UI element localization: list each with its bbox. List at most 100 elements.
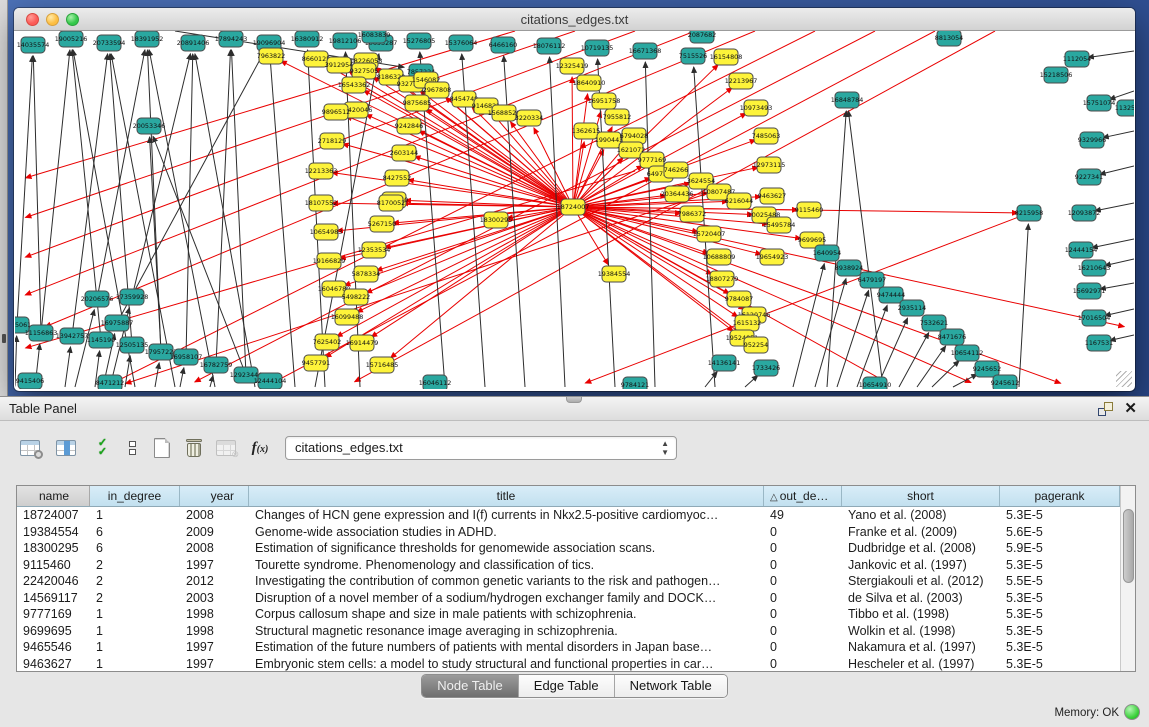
graph-node[interactable]: 15495784	[763, 217, 796, 233]
splitter-handle[interactable]	[566, 397, 582, 403]
graph-node[interactable]: 8471676	[938, 329, 966, 345]
table-cell[interactable]: Nakamura et al. (1997)	[842, 639, 1000, 656]
graph-node[interactable]: 5878334	[352, 266, 380, 282]
graph-node[interactable]: 15751074	[1083, 95, 1116, 111]
graph-edge[interactable]	[343, 144, 573, 207]
graph-node[interactable]: 16083839	[358, 31, 391, 43]
table-cell[interactable]: 2	[90, 557, 180, 574]
table-cell[interactable]: 5.3E-5	[1000, 590, 1120, 607]
graph-node[interactable]: 2087682	[688, 31, 716, 43]
graph-edge[interactable]	[1100, 166, 1134, 174]
graph-node[interactable]: 17016504	[1078, 310, 1111, 326]
graph-node[interactable]: 19654923	[756, 249, 789, 265]
graph-node[interactable]: 14136141	[708, 355, 741, 371]
table-cell[interactable]: 2	[90, 573, 180, 590]
table-cell[interactable]: Estimation of significance thresholds fo…	[249, 540, 764, 557]
graph-node[interactable]: 9415406	[16, 373, 44, 389]
graph-edge[interactable]	[111, 54, 175, 387]
graph-node[interactable]: 16671368	[629, 43, 662, 59]
graph-node[interactable]: 10688809	[703, 249, 736, 265]
table-cell[interactable]: 5.6E-5	[1000, 524, 1120, 541]
graph-node[interactable]: 9784087	[725, 291, 753, 307]
graph-node[interactable]: 7986372	[678, 206, 706, 222]
graph-hub-node[interactable]: 18724007	[557, 199, 590, 215]
table-cell[interactable]: 1997	[180, 656, 249, 673]
graph-node[interactable]: 9463627	[758, 188, 786, 204]
graph-node[interactable]: 16914479	[346, 335, 379, 351]
column-header-year[interactable]: year	[180, 486, 249, 506]
table-cell[interactable]: 5.3E-5	[1000, 557, 1120, 574]
graph-node[interactable]: 1640954	[813, 245, 841, 261]
table-cell[interactable]: 2003	[180, 590, 249, 607]
graph-node[interactable]: 12353534	[358, 242, 391, 258]
table-cell[interactable]: 0	[764, 524, 842, 541]
graph-node[interactable]: 9784121	[621, 377, 649, 389]
table-cell[interactable]: 1998	[180, 606, 249, 623]
graph-node[interactable]: 9115460	[795, 202, 823, 218]
graph-edge[interactable]	[180, 368, 184, 387]
table-cell[interactable]: Tourette syndrome. Phenomenology and cla…	[249, 557, 764, 574]
graph-node[interactable]: 7515526	[679, 48, 707, 64]
resize-grip[interactable]	[1116, 371, 1132, 387]
table-cell[interactable]: 1	[90, 507, 180, 524]
table-row[interactable]: 969969511998Structural magnetic resonanc…	[17, 623, 1120, 640]
graph-edge[interactable]	[366, 207, 573, 293]
graph-edge[interactable]	[793, 264, 824, 387]
graph-node[interactable]: 15720407	[693, 226, 726, 242]
table-cell[interactable]: 0	[764, 540, 842, 557]
table-cell[interactable]: 0	[764, 623, 842, 640]
graph-node[interactable]: 10654983	[310, 224, 343, 240]
column-header-short[interactable]: short	[842, 486, 1000, 506]
table-cell[interactable]: Stergiakouli et al. (2012)	[842, 573, 1000, 590]
table-row[interactable]: 946554611997Estimation of the future num…	[17, 639, 1120, 656]
graph-edge[interactable]	[899, 333, 929, 387]
graph-node[interactable]: 9242846	[395, 118, 423, 134]
graph-edge[interactable]	[346, 116, 573, 207]
graph-edge[interactable]	[17, 56, 32, 325]
graph-node[interactable]: 2718129	[318, 133, 346, 149]
table-cell[interactable]: Corpus callosum shape and size in male p…	[249, 606, 764, 623]
table-cell[interactable]: Changes of HCN gene expression and I(f) …	[249, 507, 764, 524]
graph-node[interactable]: 16154808	[710, 49, 743, 65]
graph-edge[interactable]	[97, 50, 145, 299]
graph-node[interactable]: 7485063	[752, 128, 780, 144]
graph-node[interactable]: 1733426	[752, 360, 780, 376]
column-visibility-icon[interactable]	[52, 433, 80, 463]
graph-edge[interactable]	[25, 31, 575, 217]
graph-edge[interactable]	[132, 54, 190, 297]
graph-node[interactable]: 8471212	[96, 375, 124, 389]
table-cell[interactable]: 5.3E-5	[1000, 507, 1120, 524]
table-cell[interactable]: 0	[764, 656, 842, 673]
delete-table-icon[interactable]: ⊗	[212, 433, 240, 463]
table-cell[interactable]: Genome-wide association studies in ADHD.	[249, 524, 764, 541]
table-cell[interactable]: 2008	[180, 540, 249, 557]
graph-node[interactable]: 16543362	[338, 77, 371, 93]
graph-node[interactable]: 1145190	[87, 332, 115, 348]
table-cell[interactable]: 6	[90, 540, 180, 557]
graph-node[interactable]: 10654112	[951, 345, 984, 361]
citation-network-graph[interactable]: 1403557419005216207335941839195220891406…	[15, 31, 1134, 389]
tab-node-table[interactable]: Node Table	[422, 675, 518, 697]
graph-node[interactable]: 8813054	[935, 31, 963, 46]
table-cell[interactable]: 1998	[180, 623, 249, 640]
graph-node[interactable]: 9329966	[1078, 132, 1106, 148]
graph-edge[interactable]	[155, 363, 159, 387]
table-cell[interactable]: Estimation of the future numbers of pati…	[249, 639, 764, 656]
table-cell[interactable]: de Silva et al. (2003)	[842, 590, 1000, 607]
graph-node[interactable]: 16782759	[200, 357, 233, 373]
table-cell[interactable]: Structural magnetic resonance image aver…	[249, 623, 764, 640]
column-header-name[interactable]: name	[17, 486, 90, 506]
table-cell[interactable]: 1	[90, 606, 180, 623]
table-cell[interactable]: 5.3E-5	[1000, 639, 1120, 656]
column-header-in_degree[interactable]: in_degree	[90, 486, 180, 506]
graph-edge[interactable]	[385, 207, 573, 248]
table-panel-titlebar[interactable]: Table Panel ✕	[0, 397, 1149, 421]
table-cell[interactable]: Disruption of a novel member of a sodium…	[249, 590, 764, 607]
table-cell[interactable]: 19384554	[17, 524, 90, 541]
graph-edge[interactable]	[1109, 91, 1134, 99]
column-header-title[interactable]: title	[249, 486, 764, 506]
graph-node[interactable]: 18076112	[533, 38, 566, 54]
table-cell[interactable]: 2	[90, 590, 180, 607]
graph-node[interactable]: 11156863	[25, 325, 58, 341]
graph-node[interactable]: 10719135	[581, 40, 614, 56]
